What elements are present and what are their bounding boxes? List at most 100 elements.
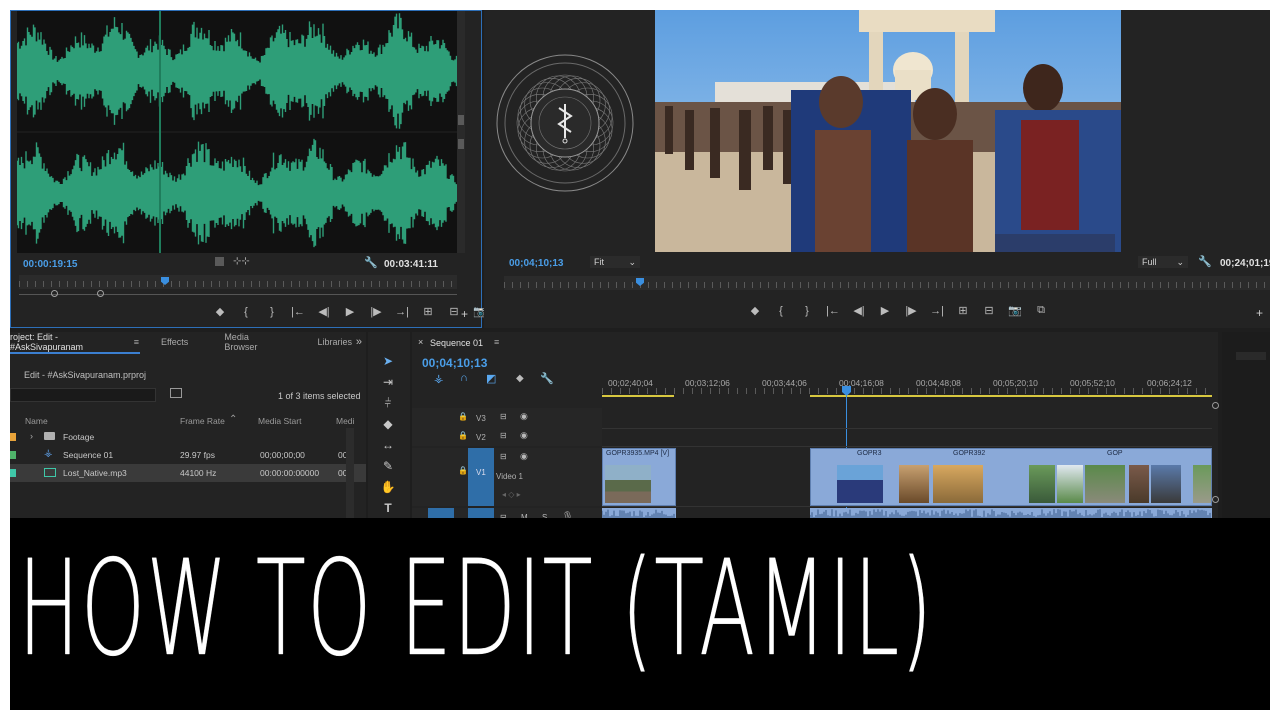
eye-icon[interactable]: ◉ xyxy=(520,430,528,441)
ruler-label: 00;03;12;06 xyxy=(685,378,730,388)
premiere-window: 00:00:19:15 ⊹⊹ 🔧 00:03:41:11 ◆{} |← ◀| ▶ |▶ →… xyxy=(10,10,1270,710)
label-color-swatch xyxy=(10,469,16,477)
track-zoom-handle[interactable] xyxy=(1212,402,1219,409)
track-zoom-handle[interactable] xyxy=(1212,496,1219,503)
list-item[interactable]: ⚶ Sequence 01 29.97 fps 00;00;00;00 00 xyxy=(10,446,366,464)
program-insert-button[interactable]: ⊞ xyxy=(950,304,976,317)
tab-project[interactable]: roject: Edit - #AskSivapuranam xyxy=(10,332,142,352)
keyframe-nav-icon[interactable]: ◂ ◇ ▸ xyxy=(502,490,521,499)
program-step-back-button[interactable]: ◀| xyxy=(846,304,872,317)
sort-up-icon[interactable]: ⌃ xyxy=(229,414,237,425)
pen-tool-icon[interactable]: ✎ xyxy=(378,459,398,477)
add-button-icon[interactable]: + xyxy=(461,307,468,321)
marker-icon[interactable] xyxy=(215,257,224,266)
column-frame-rate[interactable]: Frame Rate xyxy=(180,416,225,426)
zoom-handle-right[interactable] xyxy=(97,290,104,297)
program-out-point-button[interactable]: } xyxy=(794,305,820,317)
linked-selection-icon[interactable]: ◩ xyxy=(486,372,496,385)
marker-icon[interactable]: ◆ xyxy=(516,373,524,384)
playback-resolution-select[interactable]: Full ⌄ xyxy=(1138,256,1188,268)
video-clip[interactable]: GOPR3935.MP4 [V] xyxy=(602,448,676,506)
toggle-sync-icon[interactable]: ⊟ xyxy=(500,431,507,440)
project-tabbar: roject: Edit - #AskSivapuranam ≡ Effects… xyxy=(10,332,366,352)
ruler-label: 00;05;20;10 xyxy=(993,378,1038,388)
toggle-sync-icon[interactable]: ⊟ xyxy=(500,452,507,461)
project-search-input[interactable] xyxy=(10,388,156,402)
program-current-timecode[interactable]: 00;04;10;13 xyxy=(509,258,563,269)
wrench-icon[interactable]: 🔧 xyxy=(540,372,554,385)
list-item[interactable]: Lost_Native.mp3 44100 Hz 00:00:00:00000 … xyxy=(10,464,366,482)
selection-tool-icon[interactable]: ➤ xyxy=(378,354,398,372)
title-overlay-band: HOW TO EDIT (TAMIL) xyxy=(10,518,1270,710)
waveform-scrollbar[interactable] xyxy=(457,11,465,253)
source-play-button[interactable]: ▶ xyxy=(337,305,363,318)
zoom-select[interactable]: Fit ⌄ xyxy=(590,256,640,268)
tab-sequence[interactable]: Sequence 01 xyxy=(430,338,483,348)
lock-icon[interactable]: 🔒 xyxy=(458,431,468,440)
razor-tool-icon[interactable]: ◆ xyxy=(378,417,398,435)
lock-icon[interactable]: 🔒 xyxy=(458,412,468,421)
drag-audio-icon[interactable]: ⊹⊹ xyxy=(233,256,250,267)
eye-icon[interactable]: ◉ xyxy=(520,411,528,422)
hand-tool-icon[interactable]: ✋ xyxy=(378,480,398,498)
selection-status: 1 of 3 items selected xyxy=(278,391,361,401)
new-bin-icon[interactable] xyxy=(170,388,182,398)
ruler-label: 00;06;24;12 xyxy=(1147,378,1192,388)
program-time-ruler[interactable] xyxy=(504,276,1270,290)
track-header-v2: 🔒 V2 ⊟ ◉ xyxy=(412,428,602,446)
wrench-icon[interactable]: 🔧 xyxy=(1198,255,1212,268)
source-current-timecode[interactable]: 00:00:19:15 xyxy=(23,259,77,270)
zoom-handle-left[interactable] xyxy=(51,290,58,297)
source-marker-button[interactable]: ◆ xyxy=(207,305,233,318)
list-item[interactable]: › Footage xyxy=(10,428,366,446)
program-export-frame-button[interactable]: 📷 xyxy=(1002,304,1028,317)
close-icon[interactable]: × xyxy=(418,337,423,347)
snap-icon[interactable]: ∩ xyxy=(460,372,468,384)
eye-icon[interactable]: ◉ xyxy=(520,451,528,462)
program-in-point-button[interactable]: { xyxy=(768,305,794,317)
source-insert-button[interactable]: ⊞ xyxy=(415,305,441,318)
source-step-back-button[interactable]: ◀| xyxy=(311,305,337,318)
column-extra[interactable]: Medi xyxy=(336,416,354,426)
panel-menu-icon[interactable]: ≡ xyxy=(494,337,499,347)
audio-waveform[interactable] xyxy=(17,11,457,253)
tab-effects[interactable]: Effects xyxy=(147,337,202,347)
tab-media-browser[interactable]: Media Browser xyxy=(210,332,295,352)
program-overwrite-button[interactable]: ⊟ xyxy=(976,304,1002,317)
add-button-icon[interactable]: + xyxy=(1256,306,1263,320)
wrench-icon[interactable]: 🔧 xyxy=(364,256,378,269)
program-step-forward-button[interactable]: |▶ xyxy=(898,304,924,317)
source-step-forward-button[interactable]: |▶ xyxy=(363,305,389,318)
column-name[interactable]: Name xyxy=(25,416,48,426)
track-header-v3: 🔒 V3 ⊟ ◉ xyxy=(412,408,602,428)
source-time-ruler[interactable] xyxy=(19,275,457,289)
program-play-button[interactable]: ▶ xyxy=(872,304,898,317)
program-video-frame[interactable] xyxy=(655,10,1121,252)
column-media-start[interactable]: Media Start xyxy=(258,416,301,426)
more-panels-icon[interactable]: » xyxy=(356,336,362,348)
program-go-to-out-button[interactable]: →| xyxy=(924,305,950,317)
ripple-edit-tool-icon[interactable]: ⫩ xyxy=(378,396,398,414)
panel-menu-icon[interactable]: ≡ xyxy=(134,337,139,347)
source-patch-v1[interactable] xyxy=(468,448,494,506)
program-marker-button[interactable]: ◆ xyxy=(742,304,768,317)
track-select-tool-icon[interactable]: ⇥ xyxy=(378,375,398,393)
source-go-to-out-button[interactable]: →| xyxy=(389,306,415,318)
video-clip[interactable]: GOPR3 GOPR392 GOP xyxy=(810,448,1212,506)
toggle-sync-icon[interactable]: ⊟ xyxy=(500,412,507,421)
project-column-headers: Name Frame Rate ⌃ Media Start Medi xyxy=(10,408,366,426)
timeline-timecode[interactable]: 00;04;10;13 xyxy=(422,356,487,370)
source-out-point-button[interactable]: } xyxy=(259,306,285,318)
source-in-point-button[interactable]: { xyxy=(233,306,259,318)
slip-tool-icon[interactable]: ↔ xyxy=(378,438,398,456)
program-compare-button[interactable]: ⧉ xyxy=(1028,304,1054,317)
chevron-right-icon[interactable]: › xyxy=(30,431,33,441)
title-overlay-text: HOW TO EDIT (TAMIL) xyxy=(18,532,934,687)
program-go-to-in-button[interactable]: |← xyxy=(820,305,846,317)
project-scrollbar[interactable] xyxy=(346,428,354,528)
nest-icon[interactable]: ⚶ xyxy=(434,372,443,385)
source-go-to-in-button[interactable]: |← xyxy=(285,306,311,318)
type-tool-icon[interactable]: T xyxy=(378,501,398,519)
track-header-v1: 🔒 V1 ⊟ ◉ Video 1 ◂ ◇ ▸ xyxy=(412,448,602,506)
lock-icon[interactable]: 🔒 xyxy=(458,466,468,475)
